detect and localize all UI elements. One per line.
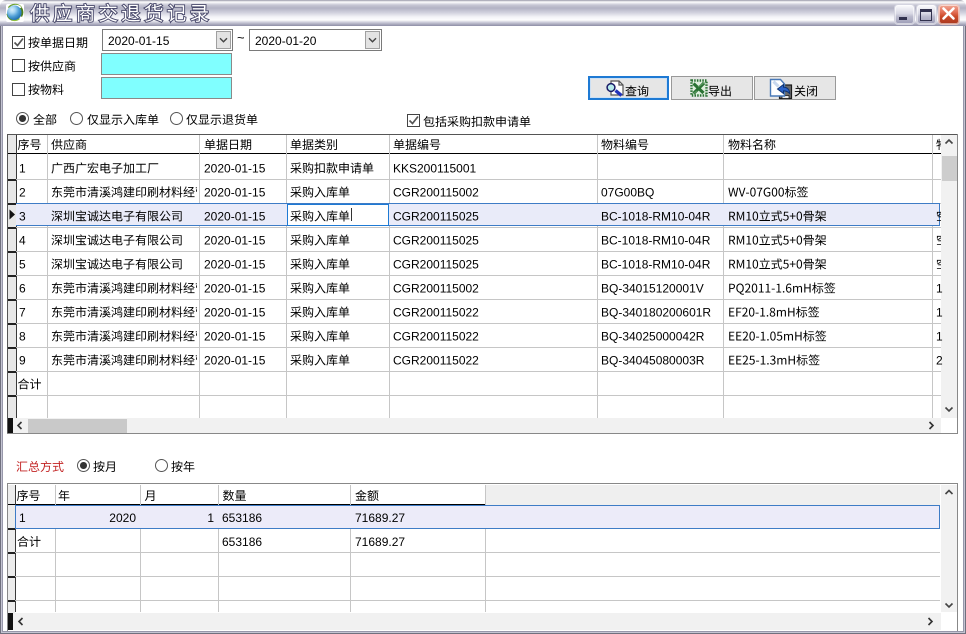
svg-text:2020: 2020 bbox=[109, 511, 136, 525]
svg-text:BQ-34015120001V: BQ-34015120001V bbox=[601, 282, 704, 296]
svg-text:BC-1018-RM10-04R: BC-1018-RM10-04R bbox=[601, 258, 711, 272]
svg-text:BC-1018-RM10-04R: BC-1018-RM10-04R bbox=[601, 210, 711, 224]
svg-text:2: 2 bbox=[19, 186, 26, 200]
svg-text:CGR200115025: CGR200115025 bbox=[393, 258, 479, 272]
svg-text:1: 1 bbox=[207, 511, 214, 525]
svg-text:CGR200115022: CGR200115022 bbox=[393, 330, 479, 344]
svg-text:CGR200115022: CGR200115022 bbox=[393, 306, 479, 320]
svg-text:653186: 653186 bbox=[222, 511, 262, 525]
svg-text:KKS200115001: KKS200115001 bbox=[393, 162, 477, 176]
svg-text:71689.27: 71689.27 bbox=[355, 535, 405, 549]
svg-text:8: 8 bbox=[19, 330, 26, 344]
svg-text:BQ-34045080003R: BQ-34045080003R bbox=[601, 354, 705, 368]
svg-text:~: ~ bbox=[237, 30, 245, 45]
svg-text:2020-01-20: 2020-01-20 bbox=[255, 34, 317, 48]
svg-text:CGR200115025: CGR200115025 bbox=[393, 210, 479, 224]
svg-text:4: 4 bbox=[19, 234, 26, 248]
svg-text:1: 1 bbox=[19, 511, 26, 525]
svg-text:71689.27: 71689.27 bbox=[355, 511, 405, 525]
svg-text:1: 1 bbox=[19, 162, 26, 176]
svg-text:2020-01-15: 2020-01-15 bbox=[204, 210, 266, 224]
svg-text:2020-01-15: 2020-01-15 bbox=[204, 330, 266, 344]
svg-text:3: 3 bbox=[19, 210, 26, 224]
svg-text:CGR200115025: CGR200115025 bbox=[393, 234, 479, 248]
svg-text:1: 1 bbox=[936, 306, 943, 320]
svg-text:2020-01-15: 2020-01-15 bbox=[204, 306, 266, 320]
svg-text:2: 2 bbox=[936, 354, 943, 368]
svg-text:CGR200115022: CGR200115022 bbox=[393, 354, 479, 368]
svg-text:6: 6 bbox=[19, 282, 26, 296]
svg-text:7: 7 bbox=[19, 306, 26, 320]
svg-text:2020-01-15: 2020-01-15 bbox=[204, 354, 266, 368]
svg-text:653186: 653186 bbox=[222, 535, 262, 549]
svg-text:1: 1 bbox=[936, 282, 943, 296]
svg-text:2020-01-15: 2020-01-15 bbox=[204, 234, 266, 248]
svg-text:2020-01-15: 2020-01-15 bbox=[204, 258, 266, 272]
svg-text:1: 1 bbox=[936, 330, 943, 344]
svg-text:BQ-34025000042R: BQ-34025000042R bbox=[601, 330, 705, 344]
svg-text:2020-01-15: 2020-01-15 bbox=[204, 162, 266, 176]
svg-text:2020-01-15: 2020-01-15 bbox=[204, 282, 266, 296]
svg-text:BQ-340180200601R: BQ-340180200601R bbox=[601, 306, 711, 320]
svg-text:BC-1018-RM10-04R: BC-1018-RM10-04R bbox=[601, 234, 711, 248]
svg-text:5: 5 bbox=[19, 258, 26, 272]
svg-text:CGR200115002: CGR200115002 bbox=[393, 282, 479, 296]
svg-text:2020-01-15: 2020-01-15 bbox=[204, 186, 266, 200]
svg-text:9: 9 bbox=[19, 354, 26, 368]
svg-text:2020-01-15: 2020-01-15 bbox=[108, 34, 170, 48]
svg-text:07G00BQ: 07G00BQ bbox=[601, 186, 654, 200]
svg-text:CGR200115002: CGR200115002 bbox=[393, 186, 479, 200]
